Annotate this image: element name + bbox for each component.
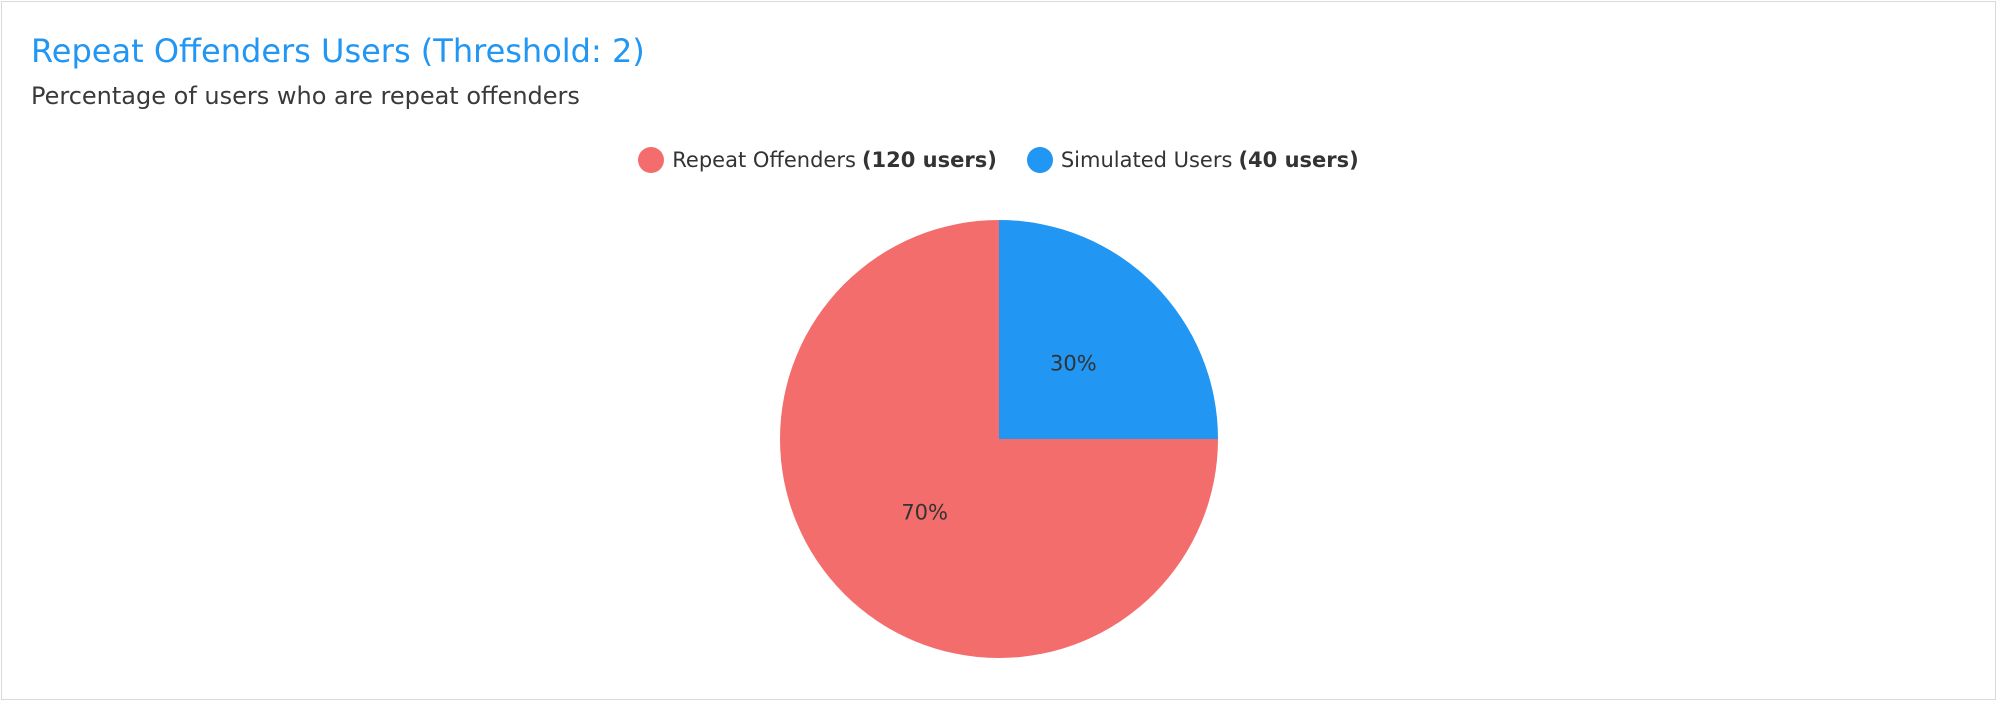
pie-label-repeat-offenders: 70%	[901, 500, 948, 524]
pie-slice-simulated-users[interactable]	[999, 220, 1218, 439]
pie-label-simulated-users: 30%	[1050, 352, 1097, 376]
pie-chart: 30% 70%	[780, 220, 1218, 658]
chart-card: Repeat Offenders Users (Threshold: 2) Pe…	[1, 1, 1996, 700]
